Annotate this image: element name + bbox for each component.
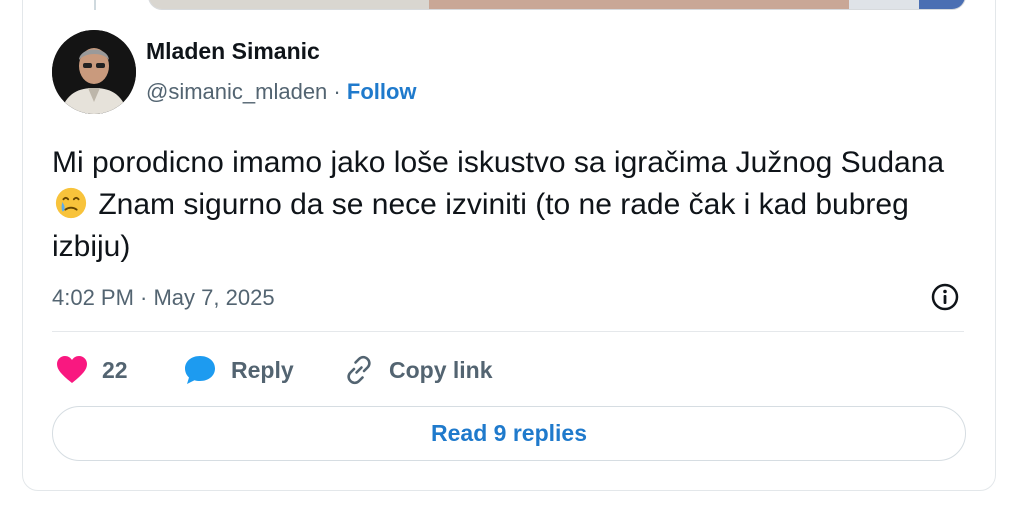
follow-button[interactable]: Follow [347,79,417,104]
previous-tweet-image[interactable] [148,0,966,10]
speech-bubble-icon [185,356,215,384]
crying-face-icon [55,187,87,219]
info-icon[interactable] [930,282,960,312]
heart-icon [57,356,87,383]
copy-link-button[interactable]: Copy link [343,352,493,388]
like-count: 22 [102,356,128,383]
tweet-text-part-1: Mi porodicno imamo jako loše iskustvo sa… [52,146,945,179]
avatar[interactable] [52,30,136,114]
separator-dot: · [333,79,341,104]
link-icon [347,355,371,385]
reply-label: Reply [231,356,294,383]
read-replies-button[interactable]: Read 9 replies [52,406,966,461]
tweet-timestamp[interactable]: 4:02 PM · May 7, 2025 [52,285,275,311]
copy-link-label: Copy link [389,356,493,383]
divider [52,331,964,332]
author-handle-row: @simanic_mladen · Follow [146,79,417,105]
tweet-text-part-2: Znam sigurno da se nece izviniti (to ne … [52,188,909,263]
read-replies-label: Read 9 replies [431,420,587,446]
author-handle[interactable]: @simanic_mladen [146,79,327,104]
tweet-text: Mi porodicno imamo jako loše iskustvo sa… [52,142,982,268]
thread-connector-line [94,0,96,10]
reply-button[interactable]: Reply [183,352,294,388]
like-button[interactable]: 22 [56,352,128,388]
author-name[interactable]: Mladen Simanic [146,38,320,65]
